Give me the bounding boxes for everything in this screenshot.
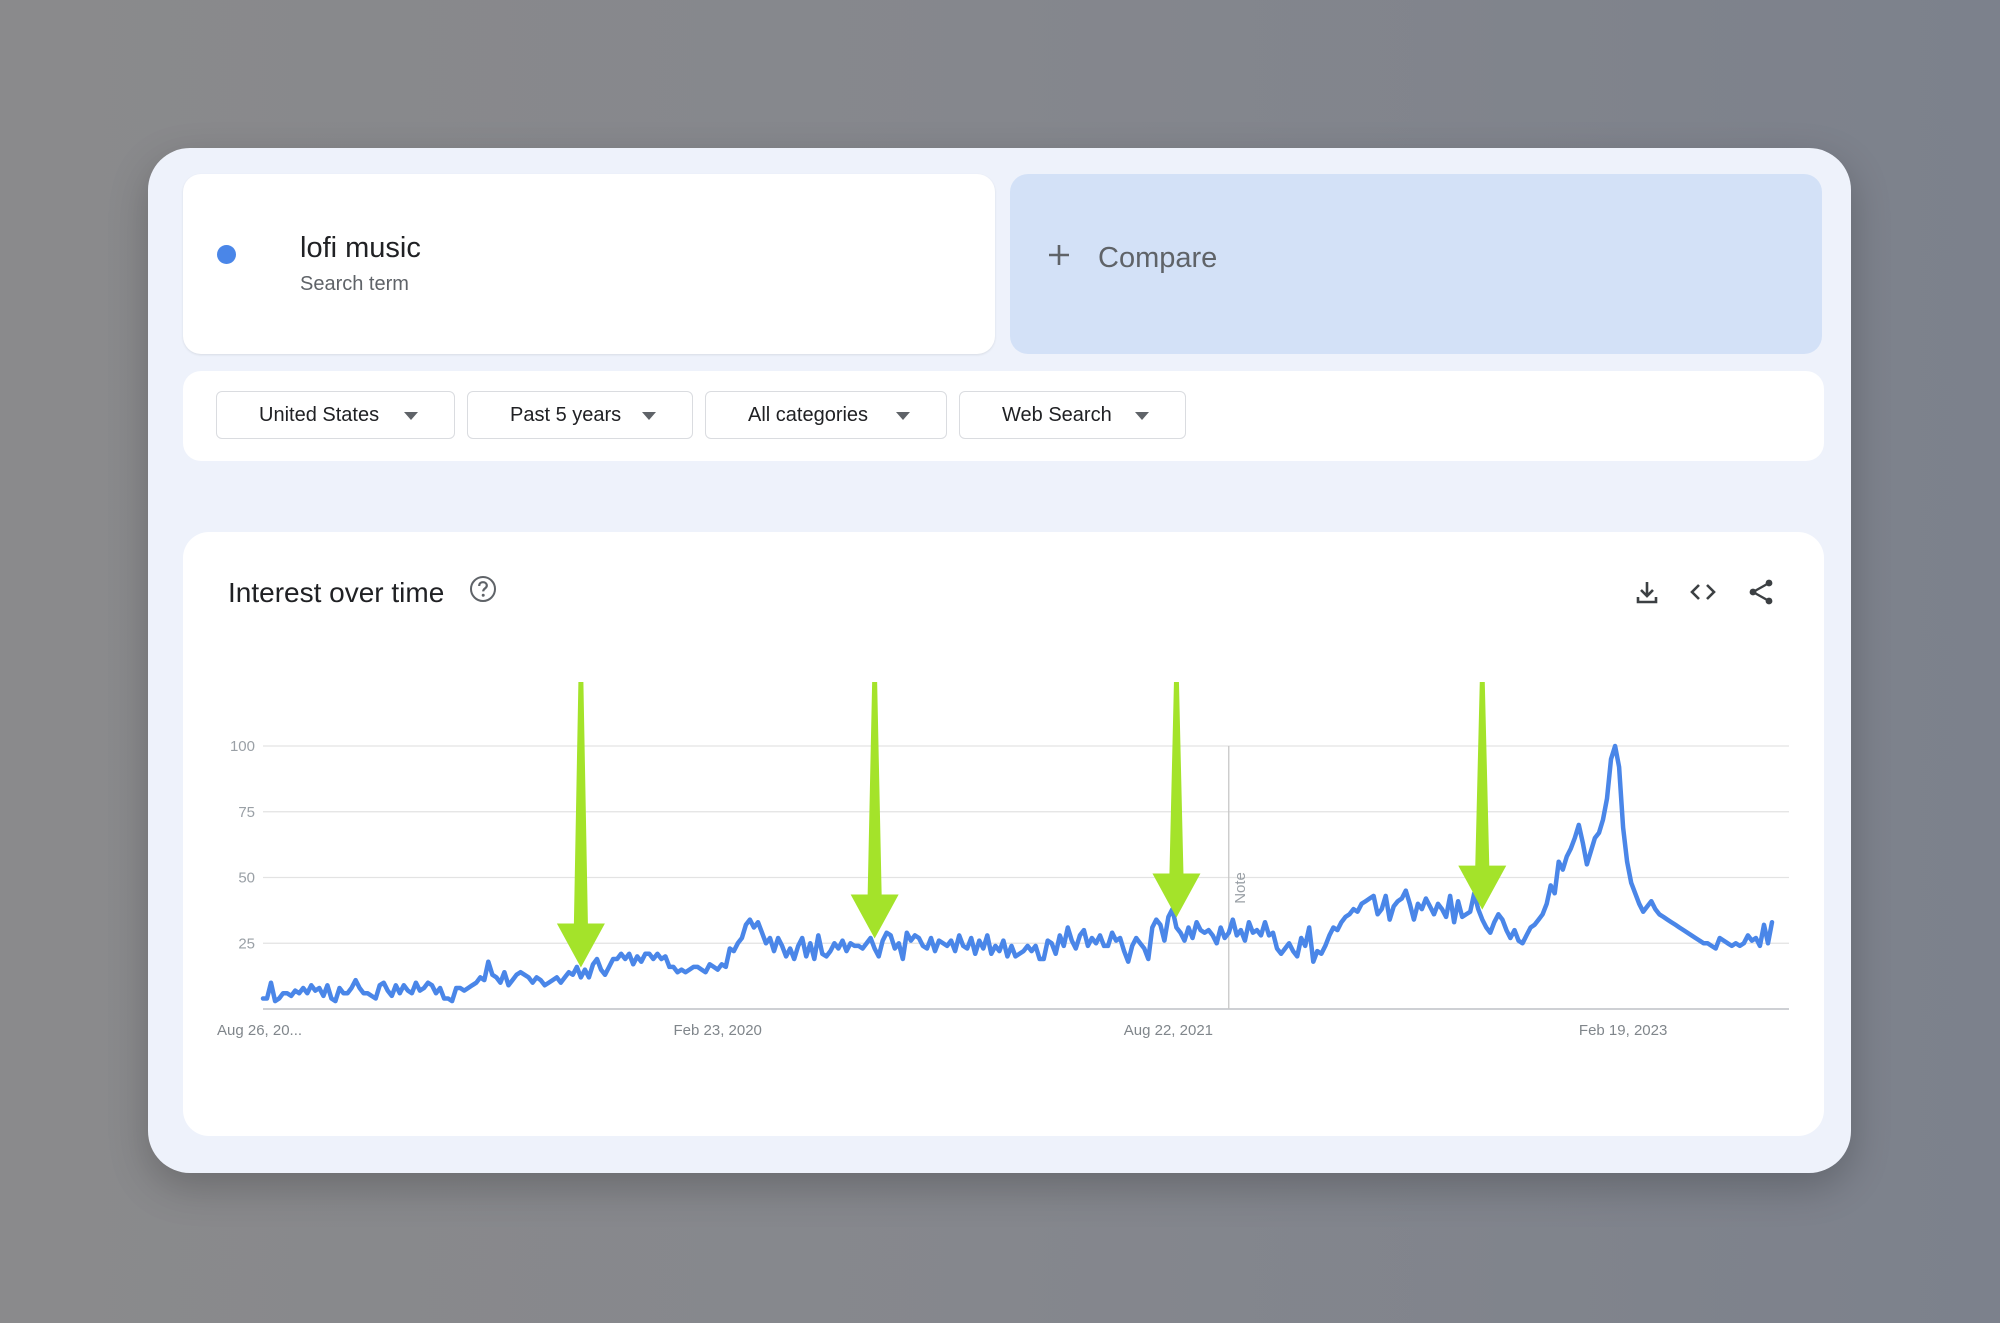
highlight-arrow (1152, 682, 1201, 918)
y-tick-label: 25 (238, 935, 255, 952)
y-tick-label: 75 (238, 804, 255, 821)
caret-down-icon (642, 412, 656, 420)
interest-line-chart: 100 75 50 25 Note Aug 26, 20... Feb 23, 2020 Au… (217, 682, 1789, 1039)
plus-icon (1046, 240, 1072, 274)
x-tick-label: Aug 22, 2021 (1124, 1022, 1213, 1039)
x-tick-label: Aug 26, 20... (217, 1022, 302, 1039)
search-term-name[interactable]: lofi music (300, 232, 421, 265)
series-color-dot (217, 245, 236, 264)
x-tick-label: Feb 23, 2020 (674, 1022, 762, 1039)
filter-time-dropdown[interactable]: Past 5 years (467, 391, 693, 439)
search-term-card[interactable]: lofi music Search term (183, 174, 995, 354)
compare-button[interactable]: Compare (1010, 174, 1822, 354)
filter-region-label: United States (259, 403, 380, 426)
caret-down-icon (404, 412, 418, 420)
filter-category-label: All categories (748, 403, 869, 426)
highlight-arrow (850, 682, 899, 939)
series-line-lofi-music (260, 743, 1775, 1004)
highlight-arrow (556, 682, 605, 968)
compare-label: Compare (1098, 242, 1218, 274)
filter-search-type-label: Web Search (1002, 403, 1112, 426)
search-term-subtitle: Search term (300, 273, 409, 295)
filter-time-label: Past 5 years (510, 403, 622, 426)
trends-panel: lofi music Search term Compare United St… (148, 148, 1851, 1173)
y-tick-label: 100 (230, 738, 255, 755)
caret-down-icon (896, 412, 910, 420)
interest-over-time-card: Interest over time 100 75 50 25 Note Aug… (183, 532, 1824, 1136)
filter-search-type-dropdown[interactable]: Web Search (959, 391, 1186, 439)
y-tick-label: 50 (238, 870, 255, 887)
x-tick-label: Feb 19, 2023 (1579, 1022, 1667, 1039)
caret-down-icon (1135, 412, 1149, 420)
filter-category-dropdown[interactable]: All categories (705, 391, 947, 439)
filter-region-dropdown[interactable]: United States (216, 391, 455, 439)
highlight-arrow (1458, 682, 1507, 910)
note-label: Note (1232, 872, 1249, 904)
filter-bar: United States Past 5 years All categorie… (183, 371, 1824, 461)
